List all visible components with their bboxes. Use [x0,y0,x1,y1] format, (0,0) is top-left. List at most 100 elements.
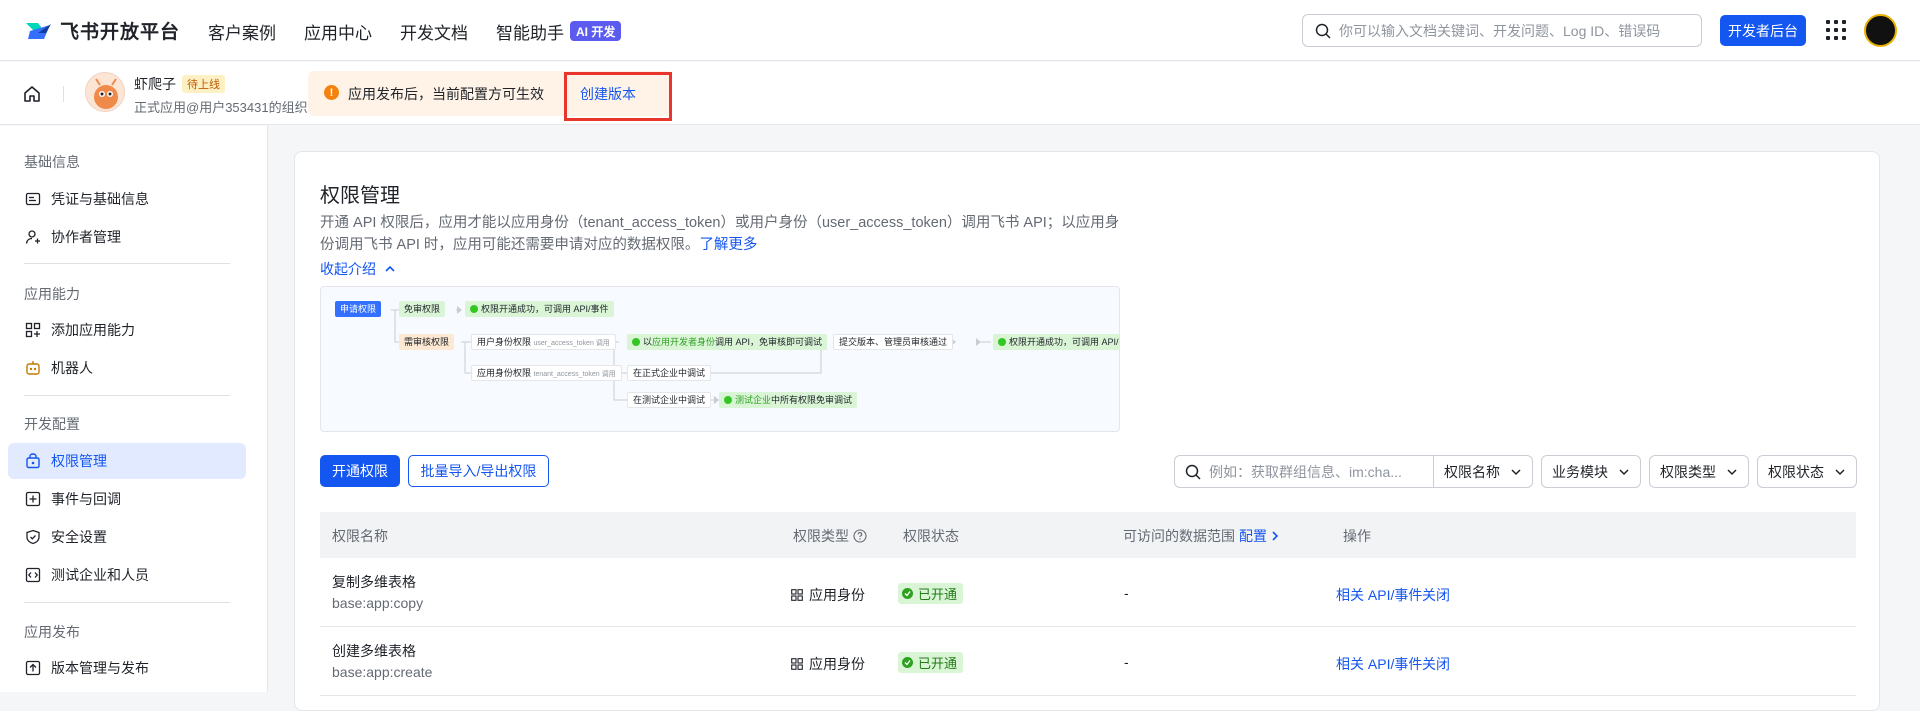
robot-icon [25,360,41,376]
flow-user-token-label: user_access_token 调用 [533,340,610,347]
sidebar-group-dev-config: 开发配置 [24,416,80,432]
flow-test-debug-node: 在测试企业中调试 [627,392,712,408]
col-actions: 操作 [1343,528,1371,544]
check-icon [998,338,1006,346]
app-identity-icon [791,658,803,670]
permission-search-input[interactable]: 例如：获取群组信息、im:cha... [1174,455,1434,488]
flow-submit-node: 提交版本、管理员审核通过 [833,334,954,350]
status-badge: 已开通 [898,583,964,604]
flow-free-result-label: 权限开通成功，可调用 API/事件 [481,304,609,314]
credential-card-icon [25,191,41,207]
business-module-select[interactable]: 业务模块 [1541,455,1641,488]
sidebar-item-permissions[interactable]: 权限管理 [8,443,246,479]
col-permission-name: 权限名称 [332,528,388,544]
nav-customer-cases[interactable]: 客户案例 [208,19,276,43]
business-module-label: 业务模块 [1552,463,1608,480]
table-row: 复制多维表格 base:app:copy 应用身份 已开通 - 相关 API/事… [320,558,1856,627]
main-nav: 客户案例 应用中心 开发文档 智能助手 AI 开发 [208,19,649,43]
page-title: 权限管理 [320,185,400,207]
flow-user-identity-label: 用户身份权限 [477,337,532,347]
related-api-link[interactable]: 相关 API/事件 [1336,654,1422,674]
table-row: 创建多维表格 base:app:create 应用身份 已开通 - 相关 API… [320,627,1856,696]
chevron-right-icon[interactable] [1270,530,1280,542]
chevron-down-icon [1511,469,1521,476]
code-icon [25,567,41,583]
app-avatar [85,72,125,112]
app-header-bar: 虾爬子 待上线 正式应用@用户353431的组织 ! 应用发布后，当前配置方可生… [0,62,1920,125]
col-permission-type: 权限类型 [793,526,867,546]
data-range-value: - [1124,585,1129,601]
search-icon [1185,464,1201,480]
learn-more-link[interactable]: 了解更多 [699,237,757,253]
nav-dev-docs[interactable]: 开发文档 [400,19,468,43]
flow-app-identity-label: 应用身份权限 [477,368,532,378]
check-icon [632,338,640,346]
status-badge: 已开通 [898,652,964,673]
collapse-intro-toggle[interactable]: 收起介绍 [320,259,396,279]
apps-grid-icon[interactable] [1826,20,1846,40]
search-field-select[interactable]: 权限名称 [1433,455,1533,488]
flow-tenant-token-label: tenant_access_token 调用 [533,371,616,378]
open-permission-button[interactable]: 开通权限 [320,455,400,487]
doc-search-input[interactable]: 你可以输入文档关键词、开发问题、Log ID、错误码 [1302,14,1702,47]
shield-icon [25,529,41,545]
app-name: 虾爬子 [134,76,176,92]
home-icon[interactable] [22,84,42,104]
sidebar-item-collaborators[interactable]: 协作者管理 [8,219,246,255]
col-permission-status: 权限状态 [903,528,959,544]
close-permission-link[interactable]: 关闭 [1422,585,1450,605]
permissions-panel: 权限管理 开通 API 权限后，应用才能以应用身份（tenant_access_… [294,151,1880,711]
flow-dev-c: 调用 API，免审核即可调试 [715,337,823,347]
permission-type-select[interactable]: 权限类型 [1649,455,1749,488]
data-range-value: - [1124,654,1129,670]
permission-type-label: 应用身份 [809,656,865,672]
flow-free-result-node: 权限开通成功，可调用 API/事件 [465,301,614,317]
flow-app-identity-node: 应用身份权限 tenant_access_token 调用 [471,365,622,381]
bulk-import-export-button[interactable]: 批量导入/导出权限 [408,455,549,487]
search-field-label: 权限名称 [1444,463,1500,480]
sidebar-item-security[interactable]: 安全设置 [8,519,246,555]
sidebar-item-test-orgs[interactable]: 测试企业和人员 [8,557,246,593]
configure-range-link[interactable]: 配置 [1239,526,1267,546]
sidebar-item-label: 安全设置 [51,529,107,545]
top-navigation-bar: 飞书开放平台 客户案例 应用中心 开发文档 智能助手 AI 开发 你可以输入文档… [0,0,1920,61]
permission-status-select[interactable]: 权限状态 [1757,455,1857,488]
chevron-down-icon [1727,469,1737,476]
flow-formal-debug-node: 在正式企业中调试 [627,365,712,381]
event-icon [25,491,41,507]
col-data-range: 可访问的数据范围 配置 [1123,526,1280,546]
sidebar-item-credentials[interactable]: 凭证与基础信息 [8,181,246,217]
developer-console-button[interactable]: 开发者后台 [1720,15,1806,46]
user-avatar[interactable] [1864,14,1897,47]
upload-icon [25,660,41,676]
sidebar-item-label: 添加应用能力 [51,322,135,338]
flow-free-node: 免审权限 [399,301,446,317]
ai-dev-badge: AI 开发 [570,21,622,41]
nav-smart-assistant-label: 智能助手 [496,23,564,43]
help-icon[interactable] [853,529,867,543]
sidebar-item-add-capability[interactable]: 添加应用能力 [8,312,246,348]
sidebar-item-events[interactable]: 事件与回调 [8,481,246,517]
permission-code: base:app:create [332,664,433,680]
col-permission-type-label: 权限类型 [793,528,849,544]
permission-type: 应用身份 [791,654,865,674]
col-data-range-label: 可访问的数据范围 [1123,528,1235,544]
sidebar-item-label: 凭证与基础信息 [51,191,149,207]
capability-grid-icon [25,322,41,338]
nav-app-center[interactable]: 应用中心 [304,19,372,43]
platform-logo[interactable]: 飞书开放平台 [24,17,180,44]
nav-smart-assistant[interactable]: 智能助手 AI 开发 [496,19,622,43]
flow-dev-b: 应用开发者身份 [652,337,716,347]
chevron-down-icon [1835,469,1845,476]
related-api-link[interactable]: 相关 API/事件 [1336,585,1422,605]
sidebar-item-label: 权限管理 [51,453,107,469]
flow-test-b: 中所有权限免审调试 [771,395,853,405]
permission-type: 应用身份 [791,585,865,605]
permission-type-label: 应用身份 [809,587,865,603]
close-permission-link[interactable]: 关闭 [1422,654,1450,674]
status-label: 已开通 [918,587,958,602]
sidebar-item-versions[interactable]: 版本管理与发布 [8,650,246,686]
sidebar-item-bot[interactable]: 机器人 [8,350,246,386]
flow-test-result-node: 测试企业中所有权限免审调试 [719,392,858,408]
status-label: 已开通 [918,656,958,671]
